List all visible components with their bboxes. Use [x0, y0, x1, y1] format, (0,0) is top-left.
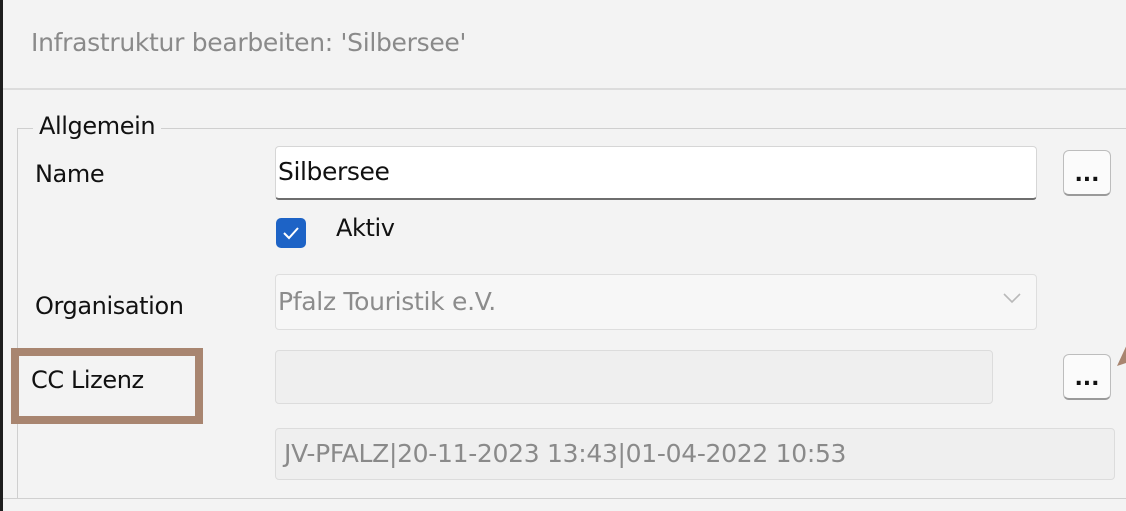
- cc-license-label: CC Lizenz: [31, 366, 144, 394]
- active-checkbox[interactable]: [276, 218, 306, 248]
- organisation-select[interactable]: Pfalz Touristik e.V.: [275, 274, 1037, 330]
- check-icon: [283, 227, 299, 240]
- edit-infrastructure-dialog: Infrastruktur bearbeiten: 'Silbersee' Al…: [0, 0, 1126, 511]
- group-border-left: [17, 128, 18, 498]
- name-label: Name: [35, 160, 105, 188]
- name-browse-button[interactable]: ...: [1063, 150, 1111, 196]
- group-border-top: [17, 128, 1126, 129]
- cc-license-field[interactable]: [275, 350, 993, 404]
- group-legend: Allgemein: [33, 112, 162, 140]
- chevron-down-icon: [1003, 293, 1021, 304]
- bottom-divider: [3, 498, 1126, 499]
- cc-license-label-highlight: CC Lizenz: [11, 348, 203, 424]
- organisation-value: Pfalz Touristik e.V.: [278, 287, 496, 316]
- cc-license-browse-button[interactable]: ...: [1063, 354, 1111, 400]
- name-input[interactable]: Silbersee: [275, 146, 1037, 200]
- arrow-icon: [1117, 346, 1126, 366]
- active-label: Aktiv: [336, 214, 395, 242]
- metadata-field: JV-PFALZ|20-11-2023 13:43|01-04-2022 10:…: [275, 428, 1115, 480]
- organisation-label: Organisation: [35, 292, 184, 320]
- title-divider: [3, 88, 1126, 90]
- dialog-title: Infrastruktur bearbeiten: 'Silbersee': [31, 28, 467, 57]
